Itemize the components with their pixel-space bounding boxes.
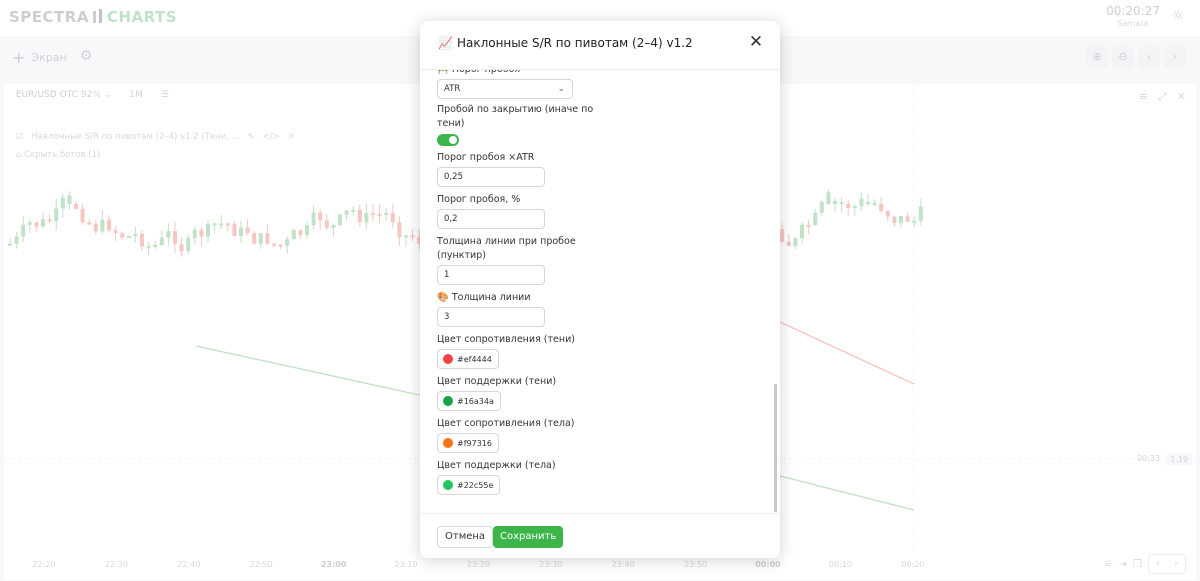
sup-wick-color-picker[interactable]: #16a34a bbox=[437, 391, 501, 411]
dialog-footer: Отмена Сохранить bbox=[420, 513, 780, 558]
atr-mult-label: Порог пробоя ×ATR bbox=[437, 152, 535, 163]
close-breakout-label: Пробой по закрытию (иначе по тени) bbox=[437, 104, 594, 129]
cancel-button[interactable]: Отмена bbox=[437, 526, 494, 548]
res-body-color-picker[interactable]: #f97316 bbox=[437, 433, 499, 453]
breakout-threshold-select[interactable]: ATR ⌄ bbox=[437, 79, 573, 99]
indicator-settings-dialog: 📈 Наклонные S/R по пивотам (2–4) v1.2 ✕ … bbox=[420, 21, 780, 558]
dialog-title: 📈 Наклонные S/R по пивотам (2–4) v1.2 bbox=[438, 36, 693, 50]
break-width-input[interactable]: 1 bbox=[437, 265, 545, 285]
sup-body-color-picker[interactable]: #22c55e bbox=[437, 475, 501, 495]
close-icon[interactable]: ✕ bbox=[748, 34, 764, 51]
dialog-body[interactable]: 🚧 Порог пробоя ATR ⌄ Пробой по закрытию … bbox=[420, 69, 780, 512]
pct-threshold-input[interactable]: 0,2 bbox=[437, 209, 545, 229]
color-swatch bbox=[443, 354, 453, 364]
res-wick-color-picker[interactable]: #ef4444 bbox=[437, 349, 499, 369]
res-body-color-label: Цвет сопротивления (тела) bbox=[437, 418, 575, 429]
color-swatch bbox=[443, 396, 453, 406]
dialog-title-text: Наклонные S/R по пивотам (2–4) v1.2 bbox=[456, 36, 693, 50]
atr-mult-input[interactable]: 0,25 bbox=[437, 167, 545, 187]
break-width-label: Толщина линии при пробое (пунктир) bbox=[437, 236, 576, 261]
color-swatch bbox=[443, 480, 453, 490]
chart-increasing-icon: 📈 bbox=[438, 36, 453, 50]
res-wick-color-label: Цвет сопротивления (тени) bbox=[437, 334, 575, 345]
color-swatch bbox=[443, 438, 453, 448]
sup-wick-color-label: Цвет поддержки (тени) bbox=[437, 376, 557, 387]
line-width-label: 🎨 Толщина линии bbox=[437, 292, 531, 303]
dialog-scrollbar[interactable] bbox=[774, 384, 777, 512]
sup-body-color-label: Цвет поддержки (тела) bbox=[437, 460, 556, 471]
breakout-threshold-label: 🚧 Порог пробоя bbox=[437, 69, 521, 75]
save-button[interactable]: Сохранить bbox=[493, 526, 564, 548]
pct-threshold-label: Порог пробоя, % bbox=[437, 194, 521, 205]
chevron-down-icon: ⌄ bbox=[557, 84, 565, 94]
close-breakout-toggle[interactable] bbox=[437, 134, 459, 146]
line-width-input[interactable]: 3 bbox=[437, 307, 545, 327]
